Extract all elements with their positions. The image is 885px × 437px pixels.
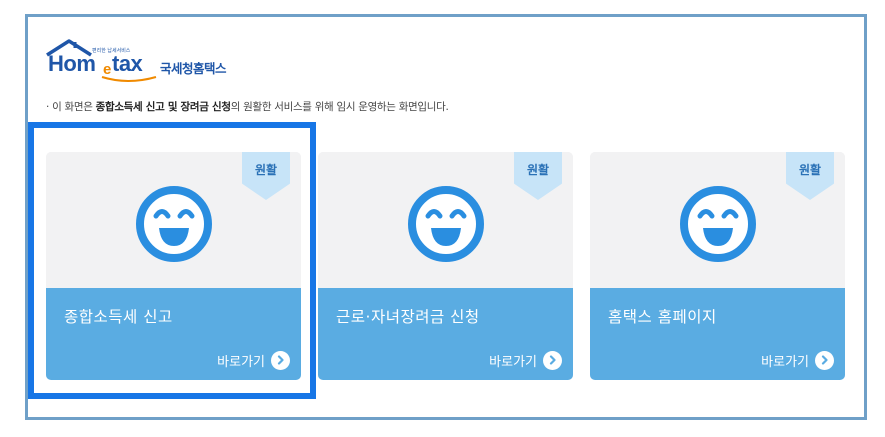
smiley-face-icon [408, 186, 484, 262]
card-title: 홈택스 홈페이지 [608, 308, 717, 326]
logo-swoosh-icon [101, 76, 157, 82]
go-link-label: 바로가기 [217, 354, 265, 370]
card-hometax-homepage[interactable]: 원활 홈택스 홈페이지 바로가기 [590, 152, 845, 380]
card-earned-child-credit[interactable]: 원활 근로·자녀장려금 신청 바로가기 [318, 152, 573, 380]
card-top: 원활 [318, 152, 573, 288]
card-top: 원활 [590, 152, 845, 288]
go-link-label: 바로가기 [489, 354, 537, 370]
go-link[interactable]: 바로가기 [489, 350, 562, 370]
card-income-tax-filing[interactable]: 원활 종합소득세 신고 바로가기 [46, 152, 301, 380]
arrow-right-circle-icon [271, 350, 290, 370]
go-link[interactable]: 바로가기 [761, 350, 834, 370]
go-link-label: 바로가기 [761, 354, 809, 370]
status-badge: 원활 [786, 152, 834, 200]
arrow-right-circle-icon [815, 350, 834, 370]
status-badge-label: 원활 [798, 163, 822, 177]
status-badge-label: 원활 [526, 163, 550, 177]
status-badge: 원활 [514, 152, 562, 200]
card-bottom: 종합소득세 신고 바로가기 [46, 288, 301, 380]
logo-home-text: Hom [48, 51, 96, 76]
notice-text: · 이 화면은 종합소득세 신고 및 장려금 신청의 원활한 서비스를 위해 임… [46, 99, 449, 114]
logo-tax-text: tax [112, 51, 143, 76]
arrow-right-circle-icon [543, 350, 562, 370]
smiley-face-icon [136, 186, 212, 262]
status-badge: 원활 [242, 152, 290, 200]
card-bottom: 홈택스 홈페이지 바로가기 [590, 288, 845, 380]
hometax-logo[interactable]: 편리한 납세서비스 Hom e tax 국세청홈택스 [45, 38, 227, 82]
card-title: 근로·자녀장려금 신청 [336, 308, 480, 326]
card-top: 원활 [46, 152, 301, 288]
logo-korean-text: 국세청홈택스 [160, 61, 227, 76]
notice-bold: 종합소득세 신고 및 장려금 신청 [95, 101, 231, 113]
notice-prefix: · 이 화면은 [46, 101, 96, 113]
notice-suffix: 의 원활한 서비스를 위해 임시 운영하는 화면입니다. [230, 101, 449, 113]
card-bottom: 근로·자녀장려금 신청 바로가기 [318, 288, 573, 380]
status-badge-label: 원활 [254, 163, 278, 177]
card-title: 종합소득세 신고 [64, 308, 173, 326]
smiley-face-icon [680, 186, 756, 262]
go-link[interactable]: 바로가기 [217, 350, 290, 370]
